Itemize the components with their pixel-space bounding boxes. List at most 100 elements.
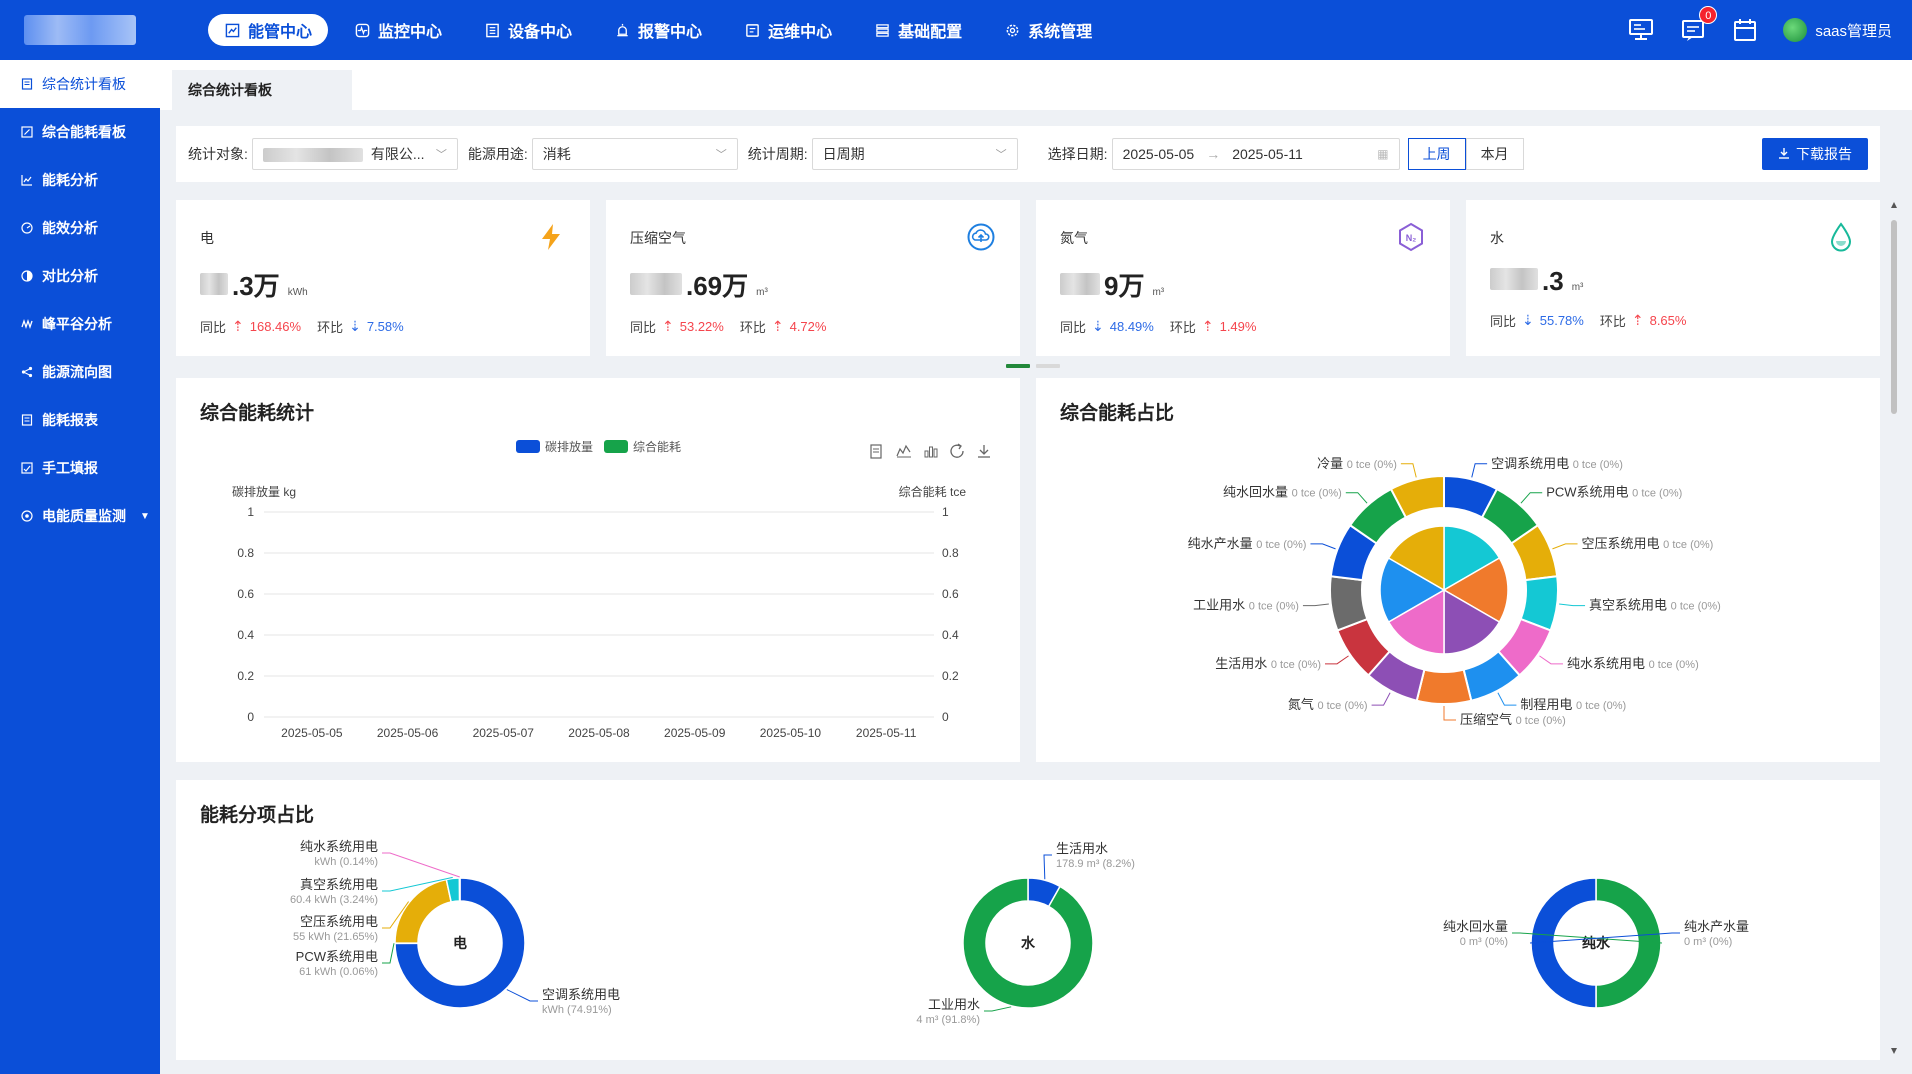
donut-slice <box>394 878 453 944</box>
arrow-up-icon: ⇡ <box>771 318 784 334</box>
period-value: 日周期 <box>822 146 865 162</box>
download-report-button[interactable]: 下载报告 <box>1762 138 1868 170</box>
slice-label: 纯水系统用电 0 tce (0%) <box>1567 656 1699 671</box>
arrow-right-icon: → <box>1206 146 1221 162</box>
message-icon[interactable]: 0 <box>1679 6 1718 44</box>
water-drop-icon <box>1826 222 1856 252</box>
period-select[interactable]: 日周期 ﹀ <box>811 138 1018 170</box>
carousel-dot[interactable] <box>1036 364 1060 368</box>
x-tick-label: 2025-05-06 <box>377 726 439 740</box>
sidebar-item-label: 综合统计看板 <box>42 76 126 92</box>
this-month-button[interactable]: 本月 <box>1465 138 1524 170</box>
slice-name: 工业用水 <box>928 997 980 1012</box>
sidebar-item-label: 能耗分析 <box>42 172 98 188</box>
sidebar-item-energy-report[interactable]: 能耗报表 <box>0 396 160 444</box>
carousel-dot[interactable] <box>1006 364 1030 368</box>
pulse-icon <box>354 22 370 38</box>
usage-value: 消耗 <box>542 146 571 162</box>
stat-card-water[interactable]: 水 .3 m³ 同比 ⇣ 55.78% 环比 ⇡ 8.65% <box>1466 200 1880 356</box>
arrow-up-icon: ⇡ <box>1201 318 1214 334</box>
date-end[interactable]: 2025-05-11 <box>1232 146 1303 162</box>
leader-line <box>1539 655 1563 665</box>
sidebar-item-power-quality[interactable]: 电能质量监测 ▼ <box>0 492 160 540</box>
slice-value: 60.4 kWh (3.24%) <box>290 894 378 906</box>
slice-value: 55 kWh (21.65%) <box>293 931 378 943</box>
main-nav: 能管中心 监控中心 设备中心 报警中心 运维中心 基础配置 系统管理 <box>208 14 1108 46</box>
stat-card-nitrogen[interactable]: 氮气 N₂ 9万 m³ 同比 ⇣ 48.49% 环比 ⇡ 1.49% <box>1036 200 1450 356</box>
target-select[interactable]: 有限公... ﹀ <box>251 138 458 170</box>
nav-item-base-config[interactable]: 基础配置 <box>858 14 978 46</box>
nav-label: 设备中心 <box>508 24 573 41</box>
card-title: 水 <box>1490 230 1504 246</box>
donut-slice <box>1415 668 1473 705</box>
legend-swatch <box>604 440 628 453</box>
y-tick-label-right: 0.6 <box>942 587 959 601</box>
download-label: 下载报告 <box>1796 146 1852 162</box>
nav-item-system-admin[interactable]: 系统管理 <box>988 14 1108 46</box>
bar-icon <box>924 446 938 458</box>
nav-item-energy-center[interactable]: 能管中心 <box>208 14 329 46</box>
svg-text:N₂: N₂ <box>1406 233 1417 243</box>
monitor-screen-icon[interactable] <box>1627 16 1655 44</box>
stat-card-electricity[interactable]: 电 .3万 kWh 同比 ⇡ 168.46% 环比 ⇣ 7.58% <box>176 200 590 356</box>
chevron-down-icon[interactable]: ▼ <box>140 511 150 522</box>
slice-value: 61 kWh (0.06%) <box>299 966 378 978</box>
y-axis-label-right: 综合能耗 tce <box>899 484 967 499</box>
sidebar-item-label: 对比分析 <box>42 268 98 284</box>
sidebar-item-label: 综合能耗看板 <box>42 124 126 140</box>
arrow-down-icon: ⇣ <box>1092 318 1104 334</box>
arrow-up-icon: ⇡ <box>232 318 244 334</box>
slice-label: 压缩空气 0 tce (0%) <box>1460 712 1566 727</box>
calendar-icon[interactable] <box>1731 16 1759 44</box>
leader-line <box>1559 603 1586 607</box>
x-tick-label: 2025-05-08 <box>568 726 630 740</box>
calendar-icon: ▦ <box>1377 147 1389 161</box>
sidebar-item-energy-flow[interactable]: 能源流向图 <box>0 348 160 396</box>
leader-line <box>1443 706 1456 721</box>
leader-line <box>1302 603 1329 607</box>
nav-item-ops-center[interactable]: 运维中心 <box>728 14 848 46</box>
sidebar-item-peak-valley[interactable]: 峰平谷分析 <box>0 300 160 348</box>
slice-label: 氮气 0 tce (0%) <box>1288 697 1368 712</box>
donut-center-label: 电 <box>453 935 467 951</box>
card-title: 电 <box>200 230 214 246</box>
card-title: 氮气 <box>1060 230 1088 246</box>
leader-line <box>1497 692 1517 706</box>
card-value: .3 m³ <box>1490 266 1856 297</box>
date-range-picker[interactable]: 2025-05-05 → 2025-05-11 ▦ <box>1111 138 1400 170</box>
carousel-indicator <box>1006 364 1060 368</box>
grid-icon <box>874 22 890 38</box>
filter-bar: 统计对象: 有限公... ﹀ 能源用途: 消耗 ﹀ 统计周期: 日周期 ﹀ 选择… <box>176 126 1880 182</box>
nav-item-monitor-center[interactable]: 监控中心 <box>338 14 458 46</box>
slice-name: PCW系统用电 <box>296 949 378 964</box>
tab-overview-board[interactable]: 综合统计看板 <box>172 70 352 110</box>
nav-label: 能管中心 <box>248 24 313 41</box>
sidebar-item-label: 能源流向图 <box>42 364 112 380</box>
slice-label: 工业用水 0 tce (0%) <box>1193 598 1299 613</box>
sidebar-item-manual-entry[interactable]: 手工填报 <box>0 444 160 492</box>
arrow-down-icon: ⇣ <box>1522 312 1534 328</box>
top-navbar: 能管中心 监控中心 设备中心 报警中心 运维中心 基础配置 系统管理 0 saa… <box>0 0 1912 60</box>
stat-card-compressed-air[interactable]: 压缩空气 .69万 m³ 同比 ⇡ 53.22% 环比 ⇡ 4.72% <box>606 200 1020 356</box>
page-scrollbar[interactable] <box>1890 200 1898 1056</box>
user-menu[interactable]: saas管理员 <box>1783 18 1892 42</box>
sidebar-item-compare-analysis[interactable]: 对比分析 <box>0 252 160 300</box>
leader-line <box>1520 492 1543 504</box>
energy-breakdown-panel: 能耗分项占比 电空调系统用电 kWh (74.91%) PCW系统用电 61 kWh … <box>176 780 1880 1060</box>
report-icon <box>20 413 34 427</box>
usage-select[interactable]: 消耗 ﹀ <box>531 138 738 170</box>
leader-line <box>1043 854 1052 880</box>
sidebar-item-energy-board[interactable]: 综合能耗看板 <box>0 108 160 156</box>
nav-item-device-center[interactable]: 设备中心 <box>468 14 588 46</box>
sidebar-item-label: 手工填报 <box>42 460 98 476</box>
nav-item-alarm-center[interactable]: 报警中心 <box>598 14 718 46</box>
sidebar-item-efficiency-analysis[interactable]: 能效分析 <box>0 204 160 252</box>
slice-label: 纯水产水量 0 tce (0%) <box>1188 536 1307 551</box>
slice-label: 空调系统用电 0 tce (0%) <box>1491 456 1623 471</box>
sidebar-item-energy-analysis[interactable]: 能耗分析 <box>0 156 160 204</box>
slice-label: 制程用电 0 tce (0%) <box>1520 697 1626 712</box>
date-start[interactable]: 2025-05-05 <box>1123 146 1195 162</box>
date-label: 选择日期: <box>1047 146 1108 162</box>
last-week-button[interactable]: 上周 <box>1407 138 1466 170</box>
sidebar-item-overview-board[interactable]: 综合统计看板 <box>0 60 160 108</box>
